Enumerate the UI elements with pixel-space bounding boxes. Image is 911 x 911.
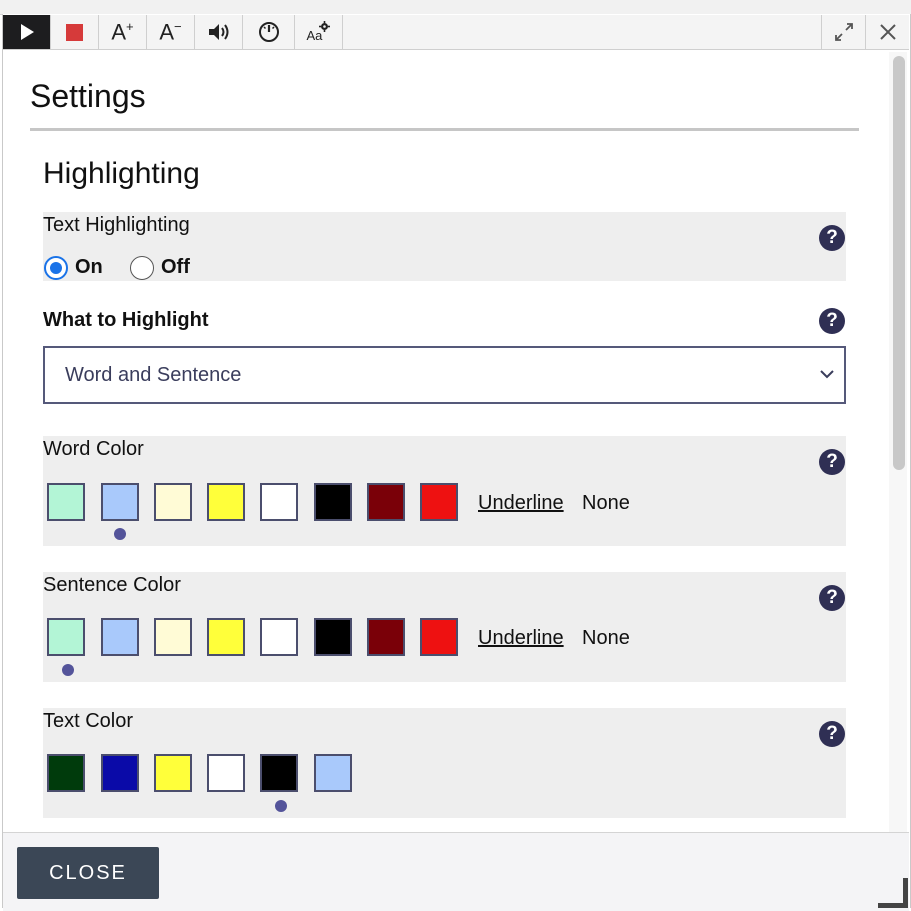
text-settings-button[interactable]: Aa	[295, 15, 343, 49]
radio-off-label[interactable]: Off	[161, 256, 190, 279]
resize-handle-icon[interactable]	[876, 876, 908, 908]
text-highlighting-panel: Text Highlighting ? On Off	[43, 212, 846, 281]
help-icon[interactable]: ?	[819, 585, 845, 611]
swatch-word-0[interactable]	[47, 483, 85, 521]
speed-icon	[258, 22, 279, 42]
close-button[interactable]: CLOSE	[17, 847, 159, 899]
speed-button[interactable]	[243, 15, 295, 49]
help-icon[interactable]: ?	[819, 449, 845, 475]
swatch-sentence-3[interactable]	[207, 618, 245, 656]
swatch-word-3[interactable]	[207, 483, 245, 521]
underline-option[interactable]: Underline	[478, 492, 564, 515]
swatch-text-5[interactable]	[314, 754, 352, 792]
stop-button[interactable]	[51, 15, 99, 49]
help-icon[interactable]: ?	[819, 721, 845, 747]
swatch-sentence-0[interactable]	[47, 618, 85, 656]
swatch-text-4[interactable]	[260, 754, 298, 792]
font-increase-button[interactable]: A+	[99, 15, 147, 49]
swatch-word-5[interactable]	[314, 483, 352, 521]
expand-icon	[834, 23, 853, 41]
swatch-word-1[interactable]	[101, 483, 139, 521]
swatch-text-2[interactable]	[154, 754, 192, 792]
radio-off[interactable]	[130, 256, 154, 280]
swatch-text-3[interactable]	[207, 754, 245, 792]
sentence-color-panel: Sentence Color ? Underline None	[43, 572, 846, 682]
swatch-word-6[interactable]	[367, 483, 405, 521]
selected-indicator	[114, 528, 126, 540]
font-increase-icon: A+	[111, 18, 134, 45]
help-icon[interactable]: ?	[819, 308, 845, 334]
select-value: Word and Sentence	[65, 364, 242, 386]
scrollbar-thumb[interactable]	[893, 56, 905, 470]
radio-on-label[interactable]: On	[75, 256, 103, 279]
font-decrease-button[interactable]: A−	[147, 15, 195, 49]
text-color-label: Text Color	[43, 710, 134, 732]
swatch-sentence-1[interactable]	[101, 618, 139, 656]
swatch-sentence-2[interactable]	[154, 618, 192, 656]
window-top-strip	[0, 0, 911, 15]
swatch-text-1[interactable]	[101, 754, 139, 792]
word-color-label: Word Color	[43, 438, 144, 460]
swatch-sentence-5[interactable]	[314, 618, 352, 656]
swatch-sentence-7[interactable]	[420, 618, 458, 656]
word-color-panel: Word Color ? Underline None	[43, 436, 846, 546]
swatch-sentence-6[interactable]	[367, 618, 405, 656]
what-to-highlight-select[interactable]: Word and Sentence	[43, 346, 846, 404]
sentence-color-label: Sentence Color	[43, 574, 181, 596]
close-window-button[interactable]	[865, 15, 909, 49]
page-title: Settings	[30, 78, 146, 114]
chevron-down-icon	[820, 370, 834, 379]
speaker-icon	[208, 24, 228, 40]
swatch-word-2[interactable]	[154, 483, 192, 521]
none-option[interactable]: None	[582, 492, 630, 515]
help-icon[interactable]: ?	[819, 225, 845, 251]
selected-indicator	[275, 800, 287, 812]
expand-button[interactable]	[821, 15, 865, 49]
swatch-word-4[interactable]	[260, 483, 298, 521]
font-decrease-icon: A−	[159, 18, 182, 45]
title-divider	[30, 128, 859, 131]
stop-icon	[66, 23, 83, 41]
section-title: Highlighting	[43, 157, 200, 190]
play-button[interactable]	[3, 15, 51, 49]
selected-indicator	[62, 664, 74, 676]
none-option[interactable]: None	[582, 627, 630, 650]
swatch-sentence-4[interactable]	[260, 618, 298, 656]
swatch-text-0[interactable]	[47, 754, 85, 792]
text-settings-icon: Aa	[307, 20, 331, 44]
what-to-highlight-label: What to Highlight	[43, 309, 209, 331]
play-icon	[20, 24, 34, 40]
close-icon	[879, 24, 896, 40]
speaker-button[interactable]	[195, 15, 243, 49]
text-color-panel: Text Color ?	[43, 708, 846, 818]
text-highlighting-label: Text Highlighting	[43, 214, 190, 236]
underline-option[interactable]: Underline	[478, 627, 564, 650]
swatch-word-7[interactable]	[420, 483, 458, 521]
radio-on[interactable]	[44, 256, 68, 280]
toolbar: A+ A− Aa	[3, 15, 909, 50]
